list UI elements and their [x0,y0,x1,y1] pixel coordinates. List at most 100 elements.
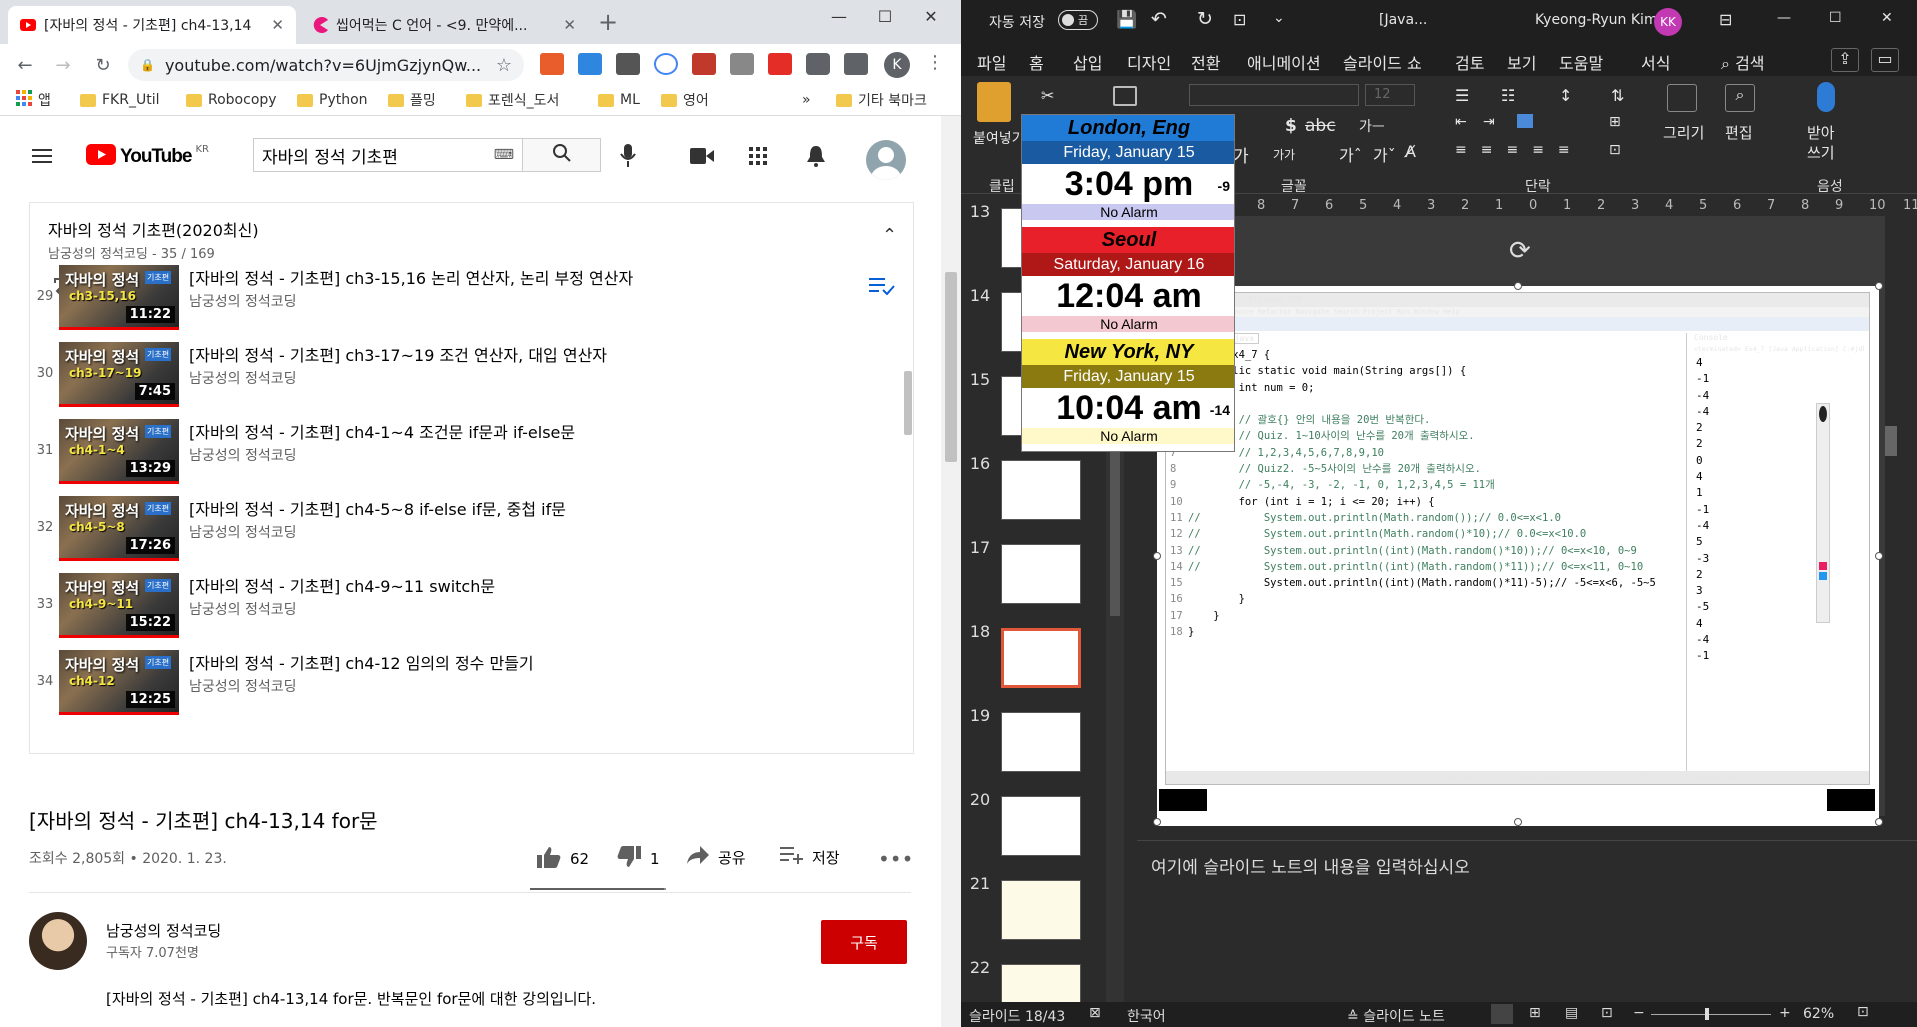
bullets-icon[interactable]: ☰ [1455,86,1469,105]
subscribe-button[interactable]: 구독 [821,920,907,964]
create-video-icon[interactable] [690,148,714,168]
resize-handle[interactable] [1875,818,1883,826]
slide-notes[interactable]: 여기에 슬라이드 노트의 내용을 입력하십시오 [1137,840,1917,1002]
ribbon-tab[interactable]: 디자인 [1127,50,1171,74]
maximize-button[interactable]: ☐ [862,0,908,32]
slide-scrollbar[interactable] [1885,216,1897,816]
back-arrow-icon[interactable]: ← [12,52,38,78]
video-thumbnail[interactable]: 자바의 정석 ch3-17~19 기초편 7:45 [59,342,179,407]
omnibox[interactable]: 🔒 youtube.com/watch?v=6UjmGzjynQw... ☆ [128,49,524,81]
char-spacing-icon[interactable]: 가ᅳ [1359,116,1385,136]
change-case-icon[interactable]: 가가 [1273,146,1295,163]
paste-icon[interactable] [977,82,1011,122]
close-window-button[interactable]: ✕ [908,0,954,32]
comments-icon[interactable]: ▭ [1871,48,1899,72]
video-thumbnail[interactable]: 자바의 정석 ch4-9~11 기초편 15:22 [59,573,179,638]
profile-avatar[interactable]: K [884,52,910,78]
hamburger-menu-icon[interactable] [32,148,52,168]
close-tab-icon[interactable]: ✕ [271,16,284,34]
close-window-button[interactable]: ✕ [1881,10,1893,26]
draw-label[interactable]: 그리기 [1663,122,1704,143]
alignment-icons[interactable]: ≡≡≡≡≡ [1455,142,1584,158]
ribbon-tab[interactable]: 삽입 [1073,50,1102,74]
keyboard-icon[interactable]: ⌨ [494,147,514,163]
save-disk-icon[interactable]: 💾 [1116,10,1137,30]
playlist-item-title[interactable]: [자바의 정석 - 기초편] ch3-17~19 조건 연산자, 대입 연산자 [189,342,889,366]
playlist-item[interactable]: 30 자바의 정석 ch3-17~19 기초편 7:45 [자바의 정석 - 기초편] c… [30,338,913,415]
layout-icon[interactable] [1113,86,1137,106]
notes-toggle-button[interactable]: ≙ 슬라이드 노트 [1347,1006,1445,1026]
ribbon-tab[interactable]: 검토 [1455,50,1484,74]
column-icon[interactable] [1517,114,1533,128]
channel-avatar[interactable] [29,912,87,970]
playlist-item-title[interactable]: [자바의 정석 - 기초편] ch4-12 임의의 정수 만들기 [189,650,889,674]
slide-thumbnail[interactable] [1001,796,1081,856]
increase-indent-icon[interactable]: ⇥ [1483,114,1495,130]
resize-handle[interactable] [1153,552,1161,560]
bookmark-star-icon[interactable]: ☆ [496,55,512,76]
ribbon-tab[interactable]: 홈 [1029,50,1044,79]
bookmark-folder[interactable]: Robocopy [186,88,277,112]
playlist-item[interactable]: 29 자바의 정석 ch3-15,16 기초편 11:22 [자바의 정석 - 기초편] … [30,261,913,338]
ribbon-tab[interactable]: 서식 [1641,50,1670,74]
user-avatar[interactable]: KK [1654,8,1682,36]
slide-thumbnail[interactable] [1001,880,1081,940]
resize-handle[interactable] [1875,282,1883,290]
microphone-icon[interactable] [1817,82,1835,112]
extension-copy-icon[interactable] [730,53,754,75]
font-size-box[interactable]: 12 [1365,84,1415,106]
slide-thumbnail[interactable] [1001,712,1081,772]
more-actions-icon[interactable]: ••• [878,847,913,871]
slide-sorter-icon[interactable]: ⊞ [1529,1005,1541,1021]
close-tab-icon[interactable]: ✕ [563,16,576,34]
collapse-chevron-icon[interactable]: ⌃ [882,225,897,246]
shrink-font-icon[interactable]: 가ˇ [1373,142,1396,166]
fit-slide-icon[interactable]: ⊡ [1857,1004,1869,1020]
tab-youtube[interactable]: [자바의 정석 - 기초편] ch4-13,14 ✕ [8,6,296,44]
text-direction-icon[interactable]: ⇅ [1611,86,1624,105]
playlist-item-channel[interactable]: 남궁성의 정석코딩 [189,522,297,542]
reload-icon[interactable]: ↻ [90,52,116,78]
ribbon-tab[interactable]: 파일 [977,50,1006,74]
world-clock-widget[interactable]: London, Eng Friday, January 15 3:04 pm -9 No… [1021,114,1235,452]
redo-icon[interactable]: ↻ [1197,8,1213,30]
playlist-item[interactable]: 32 자바의 정석 ch4-5~8 기초편 17:26 [자바의 정석 - 기초편] ch… [30,492,913,569]
playlist-item-channel[interactable]: 남궁성의 정석코딩 [189,676,297,696]
current-slide[interactable]: Ex4_7.java - Eclipse IDE File Edit Sourc… [1153,282,1883,826]
ribbon-tab[interactable]: 애니메이션 [1247,50,1321,74]
kebab-menu-icon[interactable]: ⋮ [926,52,944,73]
edit-label[interactable]: 편집 [1725,122,1753,143]
channel-name[interactable]: 남궁성의 정석코딩 [106,920,221,941]
rotate-handle-icon[interactable]: ⟳ [1509,236,1531,266]
extension-ex-icon[interactable] [540,53,564,75]
bookmark-folder[interactable]: 플밍 [388,88,436,112]
share-icon[interactable]: ⇪ [1831,48,1859,72]
extension-pdf-icon[interactable] [768,53,792,75]
minimize-button[interactable]: — [816,0,862,32]
dictate-label-1[interactable]: 받아 [1807,122,1835,143]
notifications-bell-icon[interactable] [806,145,826,171]
playlist-item-channel[interactable]: 남궁성의 정석코딩 [189,368,297,388]
undo-icon[interactable]: ↶ [1151,8,1167,30]
playlist-item-channel[interactable]: 남궁성의 정석코딩 [189,445,297,465]
playlist-item[interactable]: 34 자바의 정석 ch4-12 기초편 12:25 [자바의 정석 - 기초편] ch4… [30,646,913,723]
ribbon-tab[interactable]: 전환 [1191,50,1220,74]
zoom-slider[interactable] [1651,1008,1771,1020]
resize-handle[interactable] [1514,282,1522,290]
bookmark-folder[interactable]: 영어 [661,88,709,112]
media-control-icon[interactable] [844,53,868,75]
extension-g-icon[interactable] [654,53,678,75]
microphone-icon[interactable] [620,144,636,172]
search-button[interactable] [523,138,601,172]
draw-icon[interactable] [1667,84,1697,112]
dislike-button[interactable]: 1 [616,845,660,873]
cut-scissors-icon[interactable]: ✂ [1041,86,1054,105]
customize-toolbar-icon[interactable]: ⌄ [1273,10,1285,26]
resize-handle[interactable] [1875,552,1883,560]
extension-window-icon[interactable] [578,53,602,75]
bookmarks-overflow-button[interactable]: » [802,88,811,112]
dictate-label-2[interactable]: 쓰기 [1807,142,1835,163]
maximize-button[interactable]: ☐ [1829,10,1842,26]
ribbon-tab[interactable]: 슬라이드 쇼 [1343,50,1422,74]
playlist-item-title[interactable]: [자바의 정석 - 기초편] ch4-5~8 if-else if문, 중첩 i… [189,496,889,520]
